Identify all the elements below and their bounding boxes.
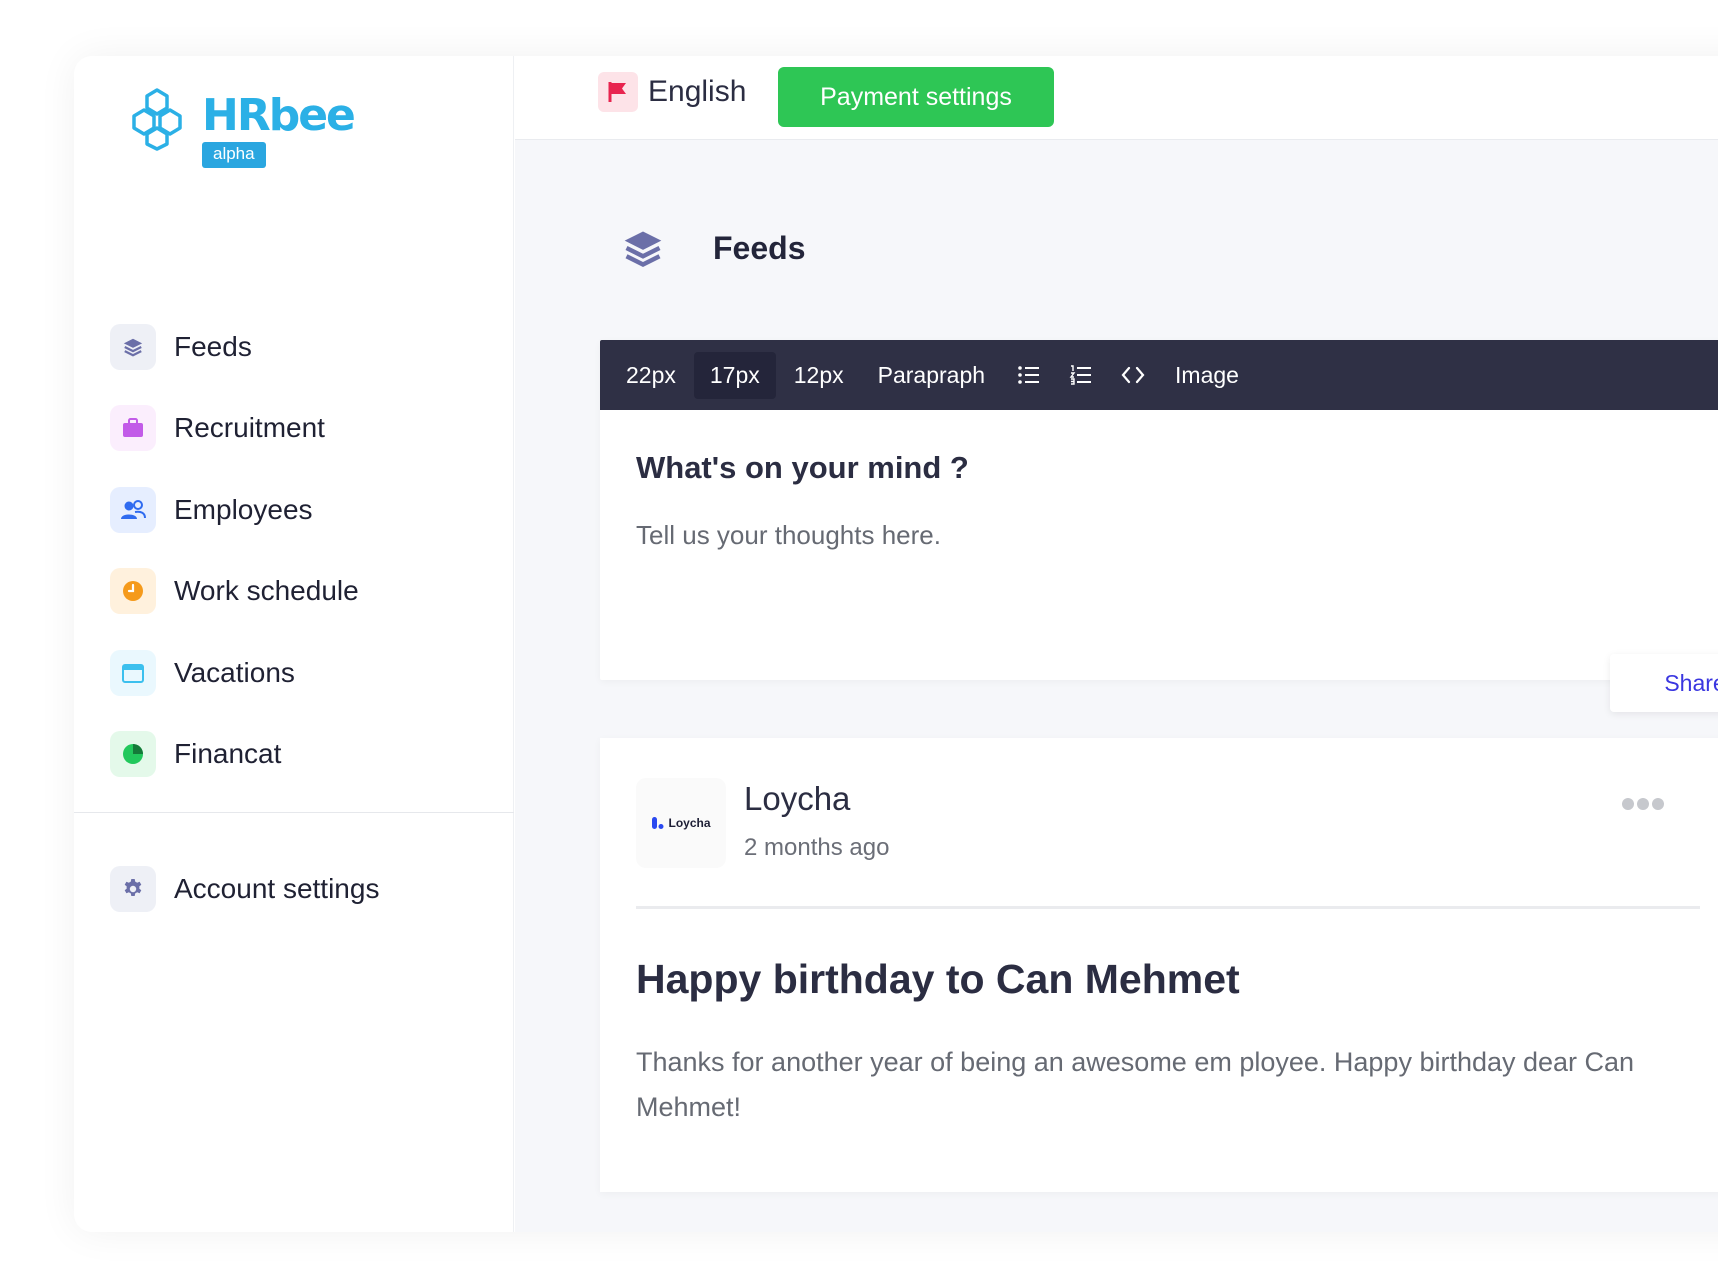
post-title: Happy birthday to Can Mehmet (636, 956, 1240, 1002)
sidebar-divider (74, 812, 514, 813)
avatar[interactable]: Loycha (636, 778, 726, 868)
sidebar-item-label: Feeds (174, 330, 252, 362)
editor-toolbar: 22px 17px 12px Parapraph Image (600, 340, 1718, 410)
feed-post: Loycha Loycha 2 months ago Happy birthda… (600, 738, 1718, 1192)
sidebar-item-label: Vacations (174, 656, 295, 688)
page-header: Feeds (621, 226, 805, 270)
main-content: English Payment settings Feeds 22px 17px… (515, 56, 1718, 1232)
sidebar-item-label: Account settings (174, 873, 380, 904)
top-bar: English Payment settings (515, 56, 1718, 140)
sidebar-nav: Feeds Recruitment Employees Work schedul… (110, 306, 359, 795)
sidebar-item-label: Recruitment (174, 412, 325, 444)
more-options-icon[interactable] (1622, 798, 1667, 810)
sidebar-item-label: Work schedule (174, 575, 359, 607)
sidebar-item-financat[interactable]: Financat (110, 714, 359, 796)
pie-chart-icon (110, 731, 156, 778)
editor-body-field[interactable]: Tell us your thoughts here. (636, 520, 941, 551)
post-timestamp: 2 months ago (744, 834, 890, 861)
loycha-logo-icon (652, 817, 664, 829)
language-label: English (648, 75, 747, 108)
layers-icon (110, 323, 156, 370)
gear-icon (110, 866, 156, 912)
font-size-12-button[interactable]: 12px (778, 352, 860, 399)
sidebar-item-recruitment[interactable]: Recruitment (110, 388, 359, 470)
sidebar-item-label: Financat (174, 738, 282, 770)
layers-icon (624, 231, 662, 267)
sidebar: HRbee alpha Feeds Recruitment Employees … (74, 56, 514, 1232)
numbered-list-icon[interactable] (1055, 354, 1107, 396)
sidebar-item-label: Employees (174, 493, 313, 525)
sidebar-item-account-settings[interactable]: Account settings (110, 866, 379, 912)
font-size-22-button[interactable]: 22px (610, 352, 692, 399)
dot (1637, 798, 1649, 810)
users-icon (110, 486, 156, 533)
post-divider (636, 906, 1700, 909)
page-title: Feeds (713, 229, 806, 266)
sidebar-item-feeds[interactable]: Feeds (110, 306, 359, 388)
post-author[interactable]: Loycha (744, 780, 850, 818)
dot (1622, 798, 1634, 810)
sidebar-item-vacations[interactable]: Vacations (110, 632, 359, 714)
editor-title-field[interactable]: What's on your mind ? (636, 450, 969, 486)
post-body: Thanks for another year of being an awes… (636, 1047, 1635, 1122)
code-icon[interactable] (1107, 354, 1159, 396)
app-window: HRbee alpha Feeds Recruitment Employees … (74, 56, 1718, 1232)
flag-icon (598, 72, 638, 112)
share-button[interactable]: Share (1610, 654, 1718, 712)
paragraph-button[interactable]: Parapraph (862, 352, 1001, 399)
avatar-label: Loycha (668, 816, 711, 830)
payment-settings-button[interactable]: Payment settings (778, 67, 1054, 127)
language-selector[interactable]: English (598, 72, 746, 112)
brand-logo[interactable]: HRbee alpha (124, 86, 356, 168)
briefcase-icon (110, 405, 156, 452)
image-button[interactable]: Image (1159, 352, 1255, 399)
post-editor: 22px 17px 12px Parapraph Image What's on… (600, 340, 1718, 680)
brand-badge: alpha (202, 142, 266, 168)
brand-name: HRbee (202, 90, 356, 141)
clock-icon (110, 568, 156, 615)
calendar-icon (110, 649, 156, 696)
font-size-17-button[interactable]: 17px (693, 351, 776, 399)
bullet-list-icon[interactable] (1003, 354, 1055, 396)
hexagon-logo-icon (132, 88, 182, 151)
dot (1652, 798, 1664, 810)
sidebar-item-employees[interactable]: Employees (110, 469, 359, 551)
sidebar-item-work-schedule[interactable]: Work schedule (110, 551, 359, 633)
